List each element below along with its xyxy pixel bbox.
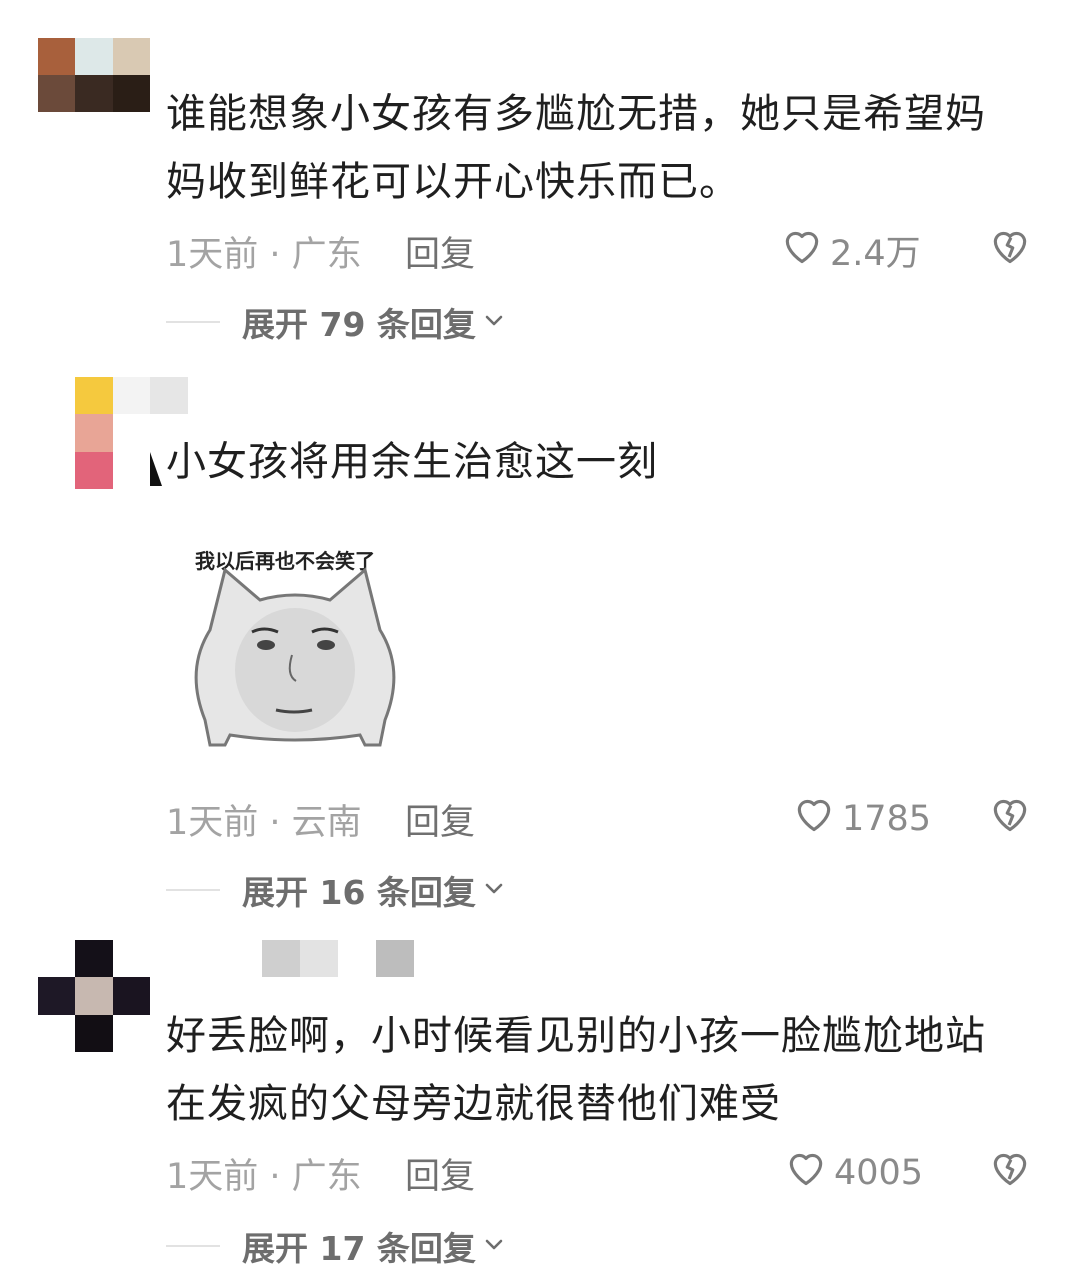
avatar[interactable]	[38, 940, 150, 1052]
chevron-down-icon	[476, 1232, 506, 1260]
reply-button[interactable]: 回复	[405, 1148, 475, 1199]
comment-text-line: 在发疯的父母旁边就很替他们难受	[166, 1081, 781, 1127]
comment-3: 好丢脸啊，小时候看见别的小孩一脸尴尬地站 在发疯的父母旁边就很替他们难受 1天前…	[0, 0, 1080, 1281]
comment-text-line: 好丢脸啊，小时候看见别的小孩一脸尴尬地站	[166, 1013, 986, 1059]
dislike-button[interactable]	[988, 1146, 1032, 1194]
comment-meta: 1天前 · 广东	[166, 1157, 362, 1197]
comment-text: 好丢脸啊，小时候看见别的小孩一脸尴尬地站 在发疯的父母旁边就很替他们难受	[166, 1002, 1026, 1138]
expand-replies-button[interactable]: 展开 17 条回复	[166, 1222, 506, 1270]
username-blur	[262, 940, 414, 977]
broken-heart-icon	[988, 1153, 1032, 1194]
like-button[interactable]: 4005	[784, 1146, 923, 1199]
like-count: 4005	[834, 1152, 924, 1193]
divider	[166, 1245, 220, 1247]
heart-outline-icon	[784, 1146, 828, 1199]
expand-replies-label: 展开 17 条回复	[242, 1229, 476, 1268]
